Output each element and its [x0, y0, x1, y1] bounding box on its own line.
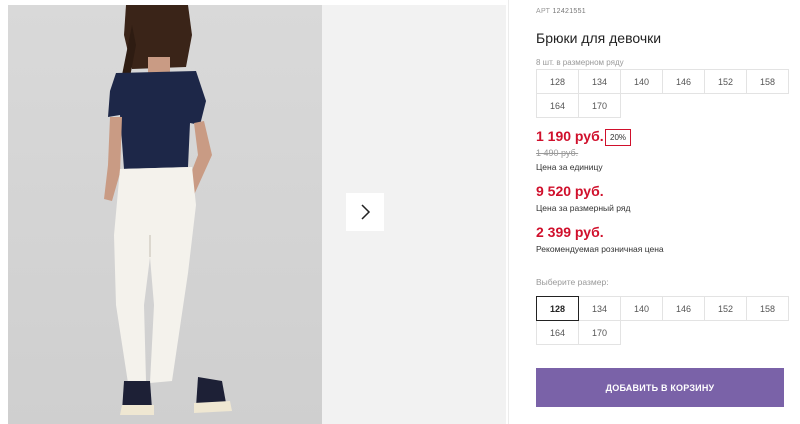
size-option-170[interactable]: 170: [578, 320, 621, 345]
size-row-cell: 128: [536, 69, 579, 94]
size-row-cell: 158: [746, 69, 789, 94]
size-option-146[interactable]: 146: [662, 296, 705, 321]
size-option-140[interactable]: 140: [620, 296, 663, 321]
size-option-134[interactable]: 134: [578, 296, 621, 321]
unit-price-caption: Цена за единицу: [536, 162, 603, 172]
size-selector: 128 134 140 146 152 158 164 170: [536, 296, 789, 345]
size-row-grid: 128 134 140 146 152 158 164 170: [536, 69, 789, 118]
add-to-cart-button[interactable]: ДОБАВИТЬ В КОРЗИНУ: [536, 368, 784, 407]
size-option-164[interactable]: 164: [536, 320, 579, 345]
rrp-caption: Рекомендуемая розничная цена: [536, 244, 664, 254]
product-title: Брюки для девочки: [536, 30, 662, 46]
size-option-128[interactable]: 128: [536, 296, 579, 321]
rrp-price: 2 399 руб.: [536, 224, 604, 240]
article-value: 12421551: [552, 8, 586, 15]
size-row-cell: 140: [620, 69, 663, 94]
article-number: АРТ 12421551: [536, 8, 586, 15]
size-row-hint: 8 шт. в размерном ряду: [536, 58, 624, 67]
size-option-158[interactable]: 158: [746, 296, 789, 321]
discount-badge: 20%: [605, 129, 632, 146]
size-row-cell: 170: [578, 93, 621, 118]
old-price: 1 490 руб.: [536, 148, 579, 158]
size-option-152[interactable]: 152: [704, 296, 747, 321]
size-row-cell: 152: [704, 69, 747, 94]
row-price-caption: Цена за размерный ряд: [536, 203, 631, 213]
next-image-button[interactable]: [346, 193, 384, 231]
size-row-cell: 164: [536, 93, 579, 118]
size-row-cell: 146: [662, 69, 705, 94]
product-photo: [8, 5, 322, 424]
chevron-right-icon: [361, 204, 371, 220]
product-photo-illustration: [104, 5, 232, 415]
unit-price: 1 190 руб.: [536, 128, 604, 144]
article-label: АРТ: [536, 8, 551, 15]
column-divider: [508, 0, 509, 424]
product-gallery: [8, 5, 506, 424]
choose-size-label: Выберите размер:: [536, 277, 609, 287]
size-row-cell: 134: [578, 69, 621, 94]
row-price: 9 520 руб.: [536, 183, 604, 199]
